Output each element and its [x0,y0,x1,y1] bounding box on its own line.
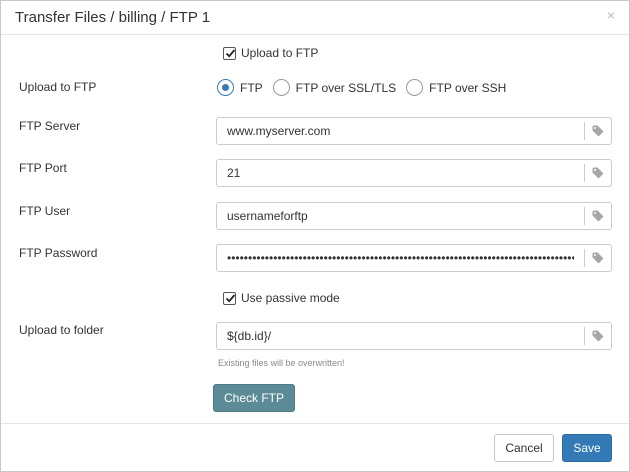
protocol-label: Upload to FTP [19,80,97,94]
ftp-password-field [216,244,612,272]
radio-ftp-ssh-button[interactable] [406,79,424,96]
save-button[interactable]: Save [562,434,612,462]
ftp-server-field [216,117,612,145]
ftp-port-label: FTP Port [19,161,67,175]
ftp-user-input[interactable] [217,203,584,229]
radio-ftp-label: FTP [240,80,263,95]
passive-mode-checkbox[interactable] [223,291,236,305]
passive-mode-checkbox-row[interactable]: Use passive mode [223,291,340,305]
tag-icon [592,252,604,264]
radio-ftp-ssh[interactable]: FTP over SSH [406,79,506,96]
upload-to-ftp-checkbox-label: Upload to FTP [241,46,319,60]
ftp-user-tag-button[interactable] [584,207,611,225]
upload-folder-input[interactable] [217,323,584,349]
ftp-user-field [216,202,612,230]
upload-to-ftp-checkbox-row[interactable]: Upload to FTP [223,46,318,60]
ftp-server-label: FTP Server [19,119,81,133]
tag-icon [592,210,604,222]
footer-divider [1,423,629,424]
tag-icon [592,330,604,342]
radio-ftp[interactable]: FTP [217,79,263,96]
ftp-server-input[interactable] [217,118,584,144]
upload-folder-label: Upload to folder [19,323,104,337]
cancel-button[interactable]: Cancel [494,434,554,462]
tag-icon [592,167,604,179]
ftp-server-tag-button[interactable] [584,122,611,140]
radio-ftp-ssl-tls-label: FTP over SSL/TLS [295,80,397,95]
overwrite-hint: Existing files will be overwritten! [218,358,345,368]
ftp-password-label: FTP Password [19,246,98,260]
upload-folder-tag-button[interactable] [584,327,611,345]
upload-folder-field [216,322,612,350]
ftp-port-field [216,159,612,187]
radio-ftp-ssh-label: FTP over SSH [429,80,507,95]
close-icon[interactable]: × [607,7,615,23]
radio-ftp-ssl-tls[interactable]: FTP over SSL/TLS [272,79,397,96]
protocol-radio-group: FTP FTP over SSL/TLS FTP over SSH [217,79,516,96]
ftp-password-input[interactable] [217,245,584,271]
radio-ftp-button[interactable] [217,79,234,96]
radio-ftp-ssl-tls-button[interactable] [272,79,290,96]
tag-icon [592,125,604,137]
passive-mode-label: Use passive mode [241,291,340,305]
checkmark-icon [225,48,236,58]
ftp-password-tag-button[interactable] [584,249,611,267]
checkmark-icon [225,293,236,303]
ftp-port-tag-button[interactable] [584,164,611,182]
upload-to-ftp-checkbox[interactable] [223,46,236,60]
dialog-title: Transfer Files / billing / FTP 1 [15,9,211,26]
transfer-files-dialog: Transfer Files / billing / FTP 1 × Uploa… [0,0,630,472]
check-ftp-button[interactable]: Check FTP [213,384,295,412]
ftp-port-input[interactable] [217,160,584,186]
dialog-header: Transfer Files / billing / FTP 1 × [1,1,629,35]
ftp-user-label: FTP User [19,204,71,218]
